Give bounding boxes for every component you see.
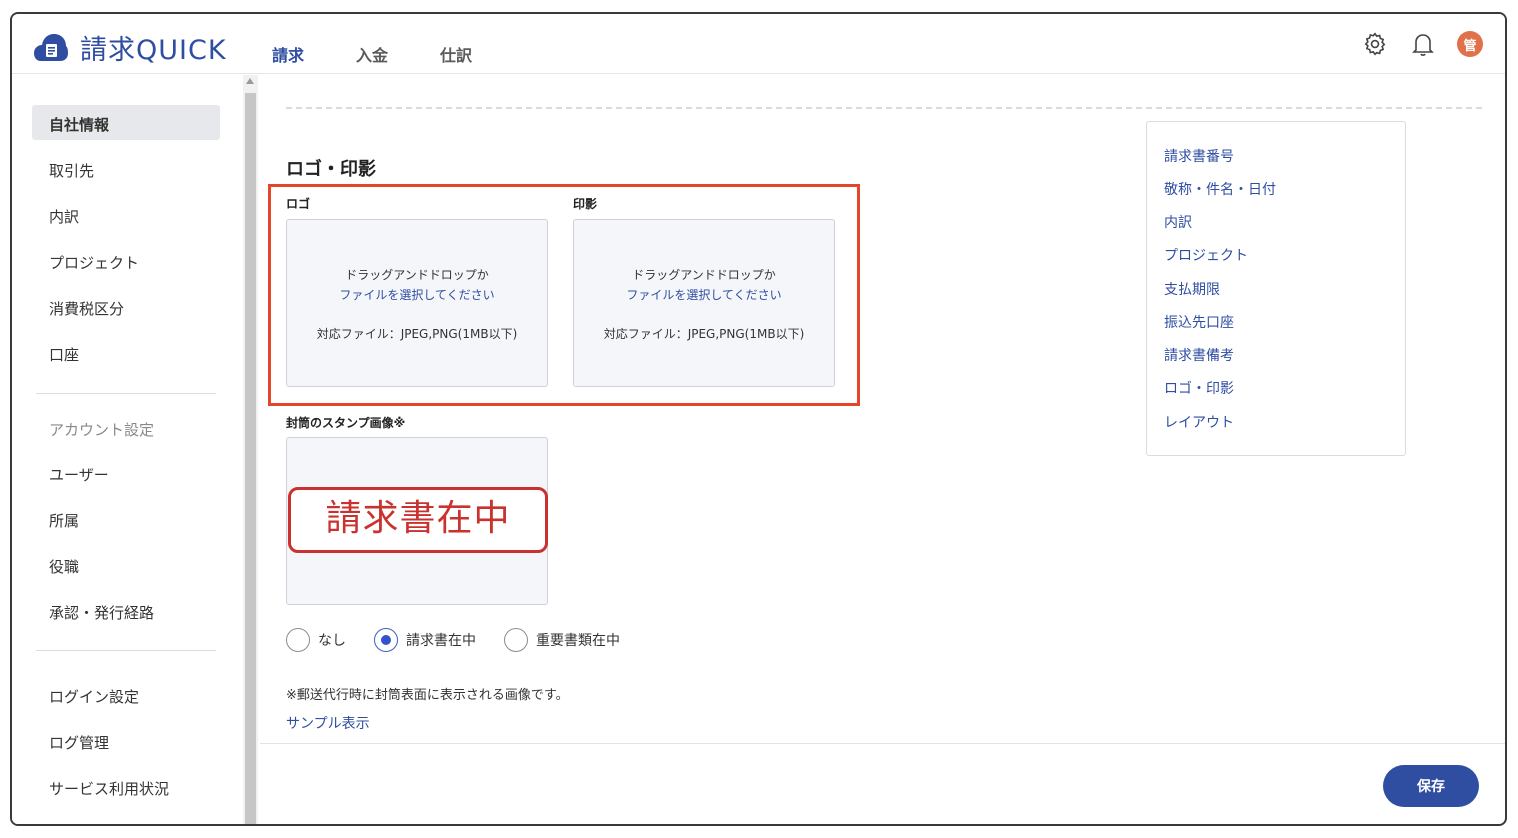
dropzone-text: ドラッグアンドドロップか: [632, 268, 776, 282]
tab-journal[interactable]: 仕訳: [440, 14, 472, 74]
app-window: 請求QUICK 請求 入金 仕訳 管 自社情報 取引先 内訳 プロジェクト 消費…: [10, 12, 1507, 826]
tab-payment[interactable]: 入金: [356, 14, 388, 74]
radio-circle[interactable]: [286, 628, 310, 652]
sidebar-divider: [36, 393, 216, 394]
stamp-radio-group: なし 請求書在中 重要書類在中: [286, 628, 648, 652]
logo[interactable]: 請求QUICK: [34, 28, 227, 67]
sample-display-link[interactable]: サンプル表示: [286, 713, 370, 733]
user-avatar[interactable]: 管: [1457, 31, 1483, 57]
sidebar-item-breakdown[interactable]: 内訳: [32, 197, 220, 232]
tab-invoice[interactable]: 請求: [272, 14, 304, 74]
seal-label: 印影: [573, 197, 598, 211]
stamp-image: 請求書在中: [288, 487, 548, 553]
toc-item-bank-account[interactable]: 振込先口座: [1164, 312, 1234, 332]
header: 請求QUICK 請求 入金 仕訳 管: [12, 14, 1505, 74]
sidebar-item-users[interactable]: ユーザー: [32, 455, 220, 490]
section-title: ロゴ・印影: [286, 159, 376, 180]
radio-invoice-enclosed[interactable]: 請求書在中: [374, 628, 476, 652]
sidebar-section-account-settings: アカウント設定: [49, 421, 155, 439]
sidebar-item-approval-route[interactable]: 承認・発行経路: [32, 593, 220, 628]
sidebar-scrollbar[interactable]: [243, 75, 258, 824]
logo-text: 請求QUICK: [80, 35, 227, 66]
main-content: ロゴ・印影 ロゴ 印影 ドラッグアンドドロップか ファイルを選択してください 対…: [260, 75, 1505, 824]
toc-item-project[interactable]: プロジェクト: [1164, 245, 1248, 265]
stamp-note: ※郵送代行時に封筒表面に表示される画像です。: [286, 688, 569, 703]
supported-files-text: 対応ファイル：JPEG,PNG(1MB以下): [603, 327, 805, 341]
sidebar-item-company-info[interactable]: 自社情報: [32, 105, 220, 140]
header-actions: 管: [1341, 30, 1483, 58]
radio-label: 請求書在中: [406, 633, 476, 649]
select-file-link[interactable]: ファイルを選択してください: [574, 286, 834, 303]
toc-item-invoice-number[interactable]: 請求書番号: [1164, 146, 1234, 166]
gear-icon[interactable]: [1361, 30, 1389, 58]
toc-item-title-date[interactable]: 敬称・件名・日付: [1164, 179, 1276, 199]
radio-label: なし: [318, 633, 346, 649]
radio-label: 重要書類在中: [536, 633, 620, 649]
seal-dropzone[interactable]: ドラッグアンドドロップか ファイルを選択してください 対応ファイル：JPEG,P…: [573, 219, 835, 387]
sidebar-item-clients[interactable]: 取引先: [32, 151, 220, 186]
toc-item-remarks[interactable]: 請求書備考: [1164, 345, 1234, 365]
save-button[interactable]: 保存: [1383, 765, 1479, 807]
cloud-logo-icon: [34, 33, 68, 61]
stamp-preview: 請求書在中: [286, 437, 548, 605]
dropzone-text: ドラッグアンドドロップか: [345, 268, 489, 282]
toc-item-logo-seal[interactable]: ロゴ・印影: [1164, 378, 1234, 398]
radio-circle-checked[interactable]: [374, 628, 398, 652]
footer-divider: [260, 743, 1505, 744]
sidebar-item-department[interactable]: 所属: [32, 501, 220, 536]
logo-dropzone[interactable]: ドラッグアンドドロップか ファイルを選択してください 対応ファイル：JPEG,P…: [286, 219, 548, 387]
section-toc: 請求書番号 敬称・件名・日付 内訳 プロジェクト 支払期限 振込先口座 請求書備…: [1146, 121, 1406, 456]
sidebar-item-log-management[interactable]: ログ管理: [32, 723, 220, 758]
toc-item-breakdown[interactable]: 内訳: [1164, 212, 1192, 232]
radio-circle[interactable]: [504, 628, 528, 652]
sidebar-item-service-usage[interactable]: サービス利用状況: [32, 769, 220, 804]
dashed-divider: [286, 107, 1482, 109]
toc-item-layout[interactable]: レイアウト: [1164, 412, 1234, 432]
sidebar-item-account[interactable]: 口座: [32, 335, 220, 370]
sidebar-item-position[interactable]: 役職: [32, 547, 220, 582]
sidebar-divider: [36, 650, 216, 651]
sidebar-item-tax-category[interactable]: 消費税区分: [32, 289, 220, 324]
top-nav: 請求 入金 仕訳: [272, 14, 524, 74]
toc-item-due-date[interactable]: 支払期限: [1164, 279, 1220, 299]
sidebar-item-login-settings[interactable]: ログイン設定: [32, 677, 220, 712]
scrollbar-thumb[interactable]: [245, 93, 256, 824]
bell-icon[interactable]: [1409, 30, 1437, 58]
scroll-up-arrow-icon[interactable]: [246, 78, 254, 84]
radio-none[interactable]: なし: [286, 628, 346, 652]
logo-label: ロゴ: [286, 197, 311, 211]
stamp-label: 封筒のスタンプ画像※: [286, 416, 406, 430]
supported-files-text: 対応ファイル：JPEG,PNG(1MB以下): [316, 327, 518, 341]
select-file-link[interactable]: ファイルを選択してください: [287, 286, 547, 303]
sidebar: 自社情報 取引先 内訳 プロジェクト 消費税区分 口座 アカウント設定 ユーザー…: [12, 75, 242, 824]
sidebar-item-project[interactable]: プロジェクト: [32, 243, 220, 278]
radio-important-docs[interactable]: 重要書類在中: [504, 628, 620, 652]
